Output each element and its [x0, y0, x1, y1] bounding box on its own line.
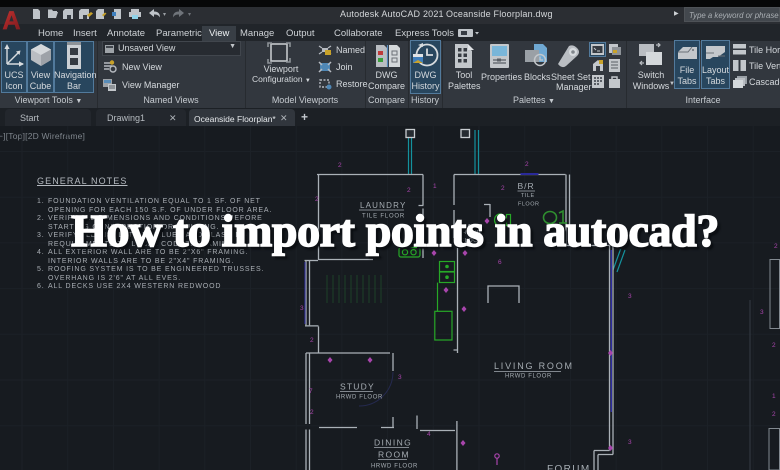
svg-text:2: 2 — [407, 187, 411, 194]
svg-text:3: 3 — [300, 305, 304, 312]
svg-text:3: 3 — [398, 374, 402, 381]
svg-text:2: 2 — [772, 411, 776, 418]
svg-text:7: 7 — [309, 388, 313, 395]
svg-text:ROOM: ROOM — [378, 450, 410, 460]
svg-text:HRWD FLOOR: HRWD FLOOR — [505, 374, 552, 380]
svg-text:2: 2 — [501, 185, 505, 192]
svg-text:6: 6 — [498, 259, 502, 266]
svg-text:3: 3 — [760, 309, 764, 316]
svg-text:HRWD FLOOR: HRWD FLOOR — [371, 464, 418, 470]
svg-text:TILE: TILE — [521, 193, 535, 199]
svg-text:3: 3 — [628, 439, 632, 446]
svg-text:2: 2 — [310, 409, 314, 416]
svg-text:2: 2 — [772, 342, 776, 349]
svg-text:STUDY: STUDY — [340, 382, 375, 392]
svg-text:2: 2 — [315, 196, 319, 203]
svg-text:B/R: B/R — [518, 181, 535, 191]
svg-text:2: 2 — [310, 337, 314, 344]
svg-text:1: 1 — [772, 393, 776, 400]
svg-text:2: 2 — [525, 161, 529, 168]
svg-text:1: 1 — [433, 183, 437, 190]
svg-text:FORUM: FORUM — [547, 464, 591, 470]
svg-text:DINING: DINING — [374, 438, 412, 448]
svg-text:HRWD FLOOR: HRWD FLOOR — [336, 395, 383, 401]
svg-text:2: 2 — [338, 162, 342, 169]
svg-text:LIVING ROOM: LIVING ROOM — [494, 361, 574, 371]
svg-text:4: 4 — [427, 431, 431, 438]
svg-text:3: 3 — [628, 293, 632, 300]
